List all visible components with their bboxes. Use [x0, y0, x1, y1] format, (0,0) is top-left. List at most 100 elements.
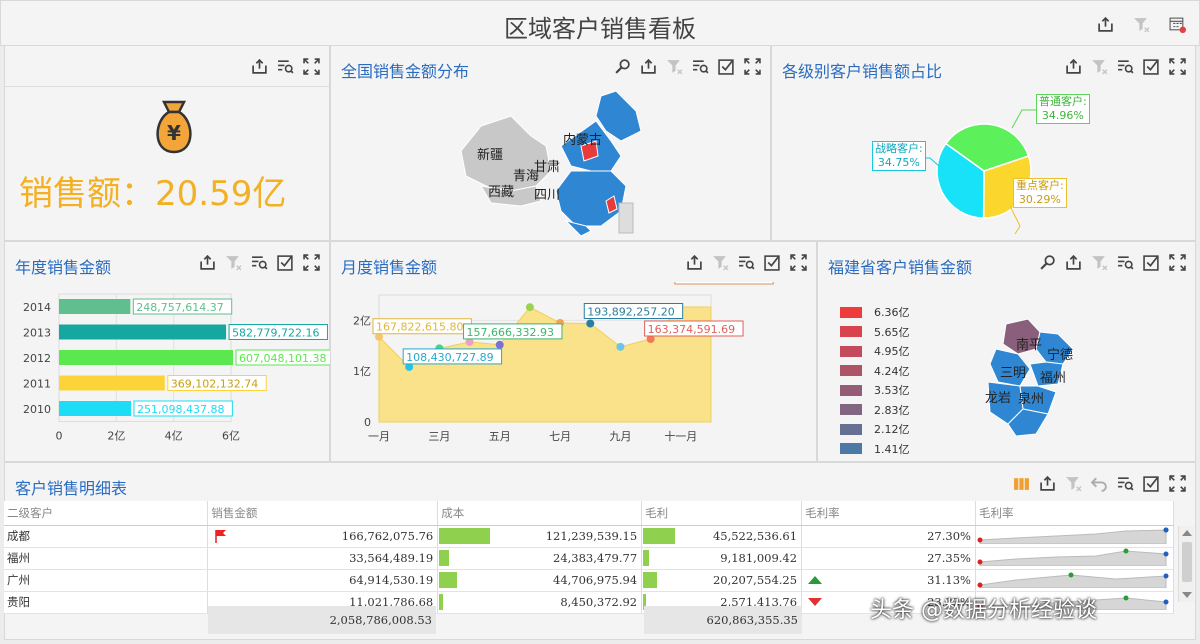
export-icon[interactable] [197, 252, 217, 272]
bar[interactable] [59, 324, 227, 340]
scroll-down-icon[interactable] [1182, 592, 1192, 598]
undo-icon[interactable] [1089, 473, 1109, 493]
legend-item[interactable]: 5.65亿 [840, 324, 910, 340]
legend-item[interactable]: 1.41亿 [840, 441, 910, 457]
comment-icon[interactable] [275, 56, 295, 76]
checkbox-icon[interactable] [716, 56, 736, 76]
annual-svg: 2014 248,757,614.37 2013 582,779,722.16 2012… [23, 293, 335, 443]
fullscreen-icon[interactable] [788, 252, 808, 272]
clear-filter-icon[interactable] [710, 252, 730, 272]
legend-item[interactable]: 2.12亿 [840, 421, 910, 437]
export-icon[interactable] [1063, 56, 1083, 76]
table-row[interactable]: 福州 33,564,489.19 24,383,479.77 9,181,009.42… [4, 547, 1175, 570]
column-header[interactable]: 毛利率 [975, 501, 1175, 526]
data-label: 248,757,614.37 [136, 301, 223, 314]
export-icon[interactable] [1037, 473, 1057, 493]
legend-item[interactable]: 3.53亿 [840, 382, 910, 398]
money-bag-icon: ¥ [150, 96, 198, 156]
comment-icon[interactable] [736, 252, 756, 272]
checkbox-icon[interactable] [275, 252, 295, 272]
legend-item[interactable]: 4.95亿 [840, 343, 910, 359]
annual-bar-chart[interactable]: 2014 248,757,614.37 2013 582,779,722.16 2012… [5, 290, 335, 460]
comment-icon[interactable] [1115, 252, 1135, 272]
fullscreen-icon[interactable] [301, 56, 321, 76]
header-bar: 区域客户销售看板 [0, 0, 1200, 46]
cell-profit: 9,181,009.42 [641, 547, 803, 570]
checkbox-icon[interactable] [762, 252, 782, 272]
data-label: 607,048,101.38 [239, 352, 326, 365]
checkbox-icon[interactable] [1141, 56, 1161, 76]
legend-item[interactable]: 4.24亿 [840, 363, 910, 379]
data-point[interactable] [525, 303, 534, 312]
column-header[interactable]: 毛利 [641, 501, 803, 526]
fullscreen-icon[interactable] [1167, 56, 1187, 76]
legend-swatch [840, 345, 862, 357]
search-icon[interactable] [612, 56, 632, 76]
cell-customer: 福州 [4, 547, 209, 570]
trend-up-icon [808, 575, 823, 584]
monthly-area-chart[interactable]: 0 1亿 2亿 一月 三月 五月 七月 九月 十一月 167,822,615.80 108,430,… [331, 268, 818, 462]
fullscreen-icon[interactable] [742, 56, 762, 76]
scroll-up-icon[interactable] [1182, 530, 1192, 536]
data-point[interactable] [586, 319, 595, 328]
legend-item[interactable]: 6.36亿 [840, 304, 910, 320]
bar[interactable] [59, 401, 131, 416]
export-icon[interactable] [1063, 252, 1083, 272]
comment-icon[interactable] [1115, 473, 1135, 493]
checkbox-icon[interactable] [1141, 473, 1161, 493]
fujian-map[interactable] [978, 314, 1088, 439]
table-scrollbar[interactable] [1178, 526, 1194, 602]
column-header[interactable]: 二级客户 [4, 501, 209, 526]
export-icon[interactable] [249, 56, 269, 76]
tick-label: 九月 [609, 430, 631, 443]
clear-filter-icon[interactable] [1089, 252, 1109, 272]
comment-icon[interactable] [249, 252, 269, 272]
fullscreen-icon[interactable] [301, 252, 321, 272]
south-sea-inset [618, 202, 634, 234]
cell-rate: 27.30% [801, 525, 976, 548]
comment-icon[interactable] [1115, 56, 1135, 76]
clear-filter-icon[interactable] [223, 252, 243, 272]
tick-label: 2011 [23, 378, 51, 391]
columns-icon[interactable] [1011, 473, 1031, 493]
export-icon[interactable] [1095, 14, 1115, 34]
data-label: 163,374,591.69 [648, 323, 735, 336]
data-point[interactable] [616, 342, 625, 351]
data-label: 167,822,615.80 [376, 321, 463, 334]
scroll-thumb[interactable] [1182, 542, 1192, 582]
calendar-icon[interactable] [1167, 14, 1187, 34]
search-icon[interactable] [1037, 252, 1057, 272]
cell-sales: 166,762,075.76 [207, 525, 439, 548]
clear-filter-icon[interactable] [1063, 473, 1083, 493]
clear-filter-icon[interactable] [1089, 56, 1109, 76]
sparkline [977, 548, 1169, 566]
clear-filter-icon[interactable] [664, 56, 684, 76]
clear-filter-icon[interactable] [1131, 14, 1151, 34]
export-icon[interactable] [684, 252, 704, 272]
checkbox-icon[interactable] [1141, 252, 1161, 272]
comment-icon[interactable] [690, 56, 710, 76]
table-row[interactable]: 成都 166,762,075.76 121,239,539.15 45,522,536… [4, 525, 1175, 548]
cell-sales: 64,914,530.19 [207, 569, 439, 592]
region-east [555, 170, 627, 227]
bar[interactable] [59, 375, 165, 391]
tick-label: 2014 [23, 301, 51, 314]
pie-chart[interactable] [772, 86, 1197, 236]
column-header[interactable]: 销售金额 [207, 501, 439, 526]
data-point[interactable] [495, 340, 504, 349]
column-header[interactable]: 毛利率 [801, 501, 976, 526]
sparkline [977, 572, 1169, 588]
map-label: 青海 [513, 169, 540, 184]
fujian-panel: 福建省客户销售金额 6.36亿 5.65亿 4.95亿 4.24亿 3.53亿 2.83亿… [817, 241, 1196, 462]
fullscreen-icon[interactable] [1167, 252, 1187, 272]
legend-item[interactable]: 2.83亿 [840, 402, 910, 418]
fullscreen-icon[interactable] [1167, 473, 1187, 493]
column-header[interactable]: 成本 [437, 501, 643, 526]
tick-label: 一月 [368, 430, 390, 443]
legend-swatch [840, 404, 862, 415]
export-icon[interactable] [638, 56, 658, 76]
bar[interactable] [59, 299, 131, 314]
fj-label: 南平 [1016, 338, 1043, 353]
table-row[interactable]: 广州 64,914,530.19 44,706,975.94 20,207,554.2… [4, 569, 1175, 592]
bar[interactable] [59, 350, 234, 365]
